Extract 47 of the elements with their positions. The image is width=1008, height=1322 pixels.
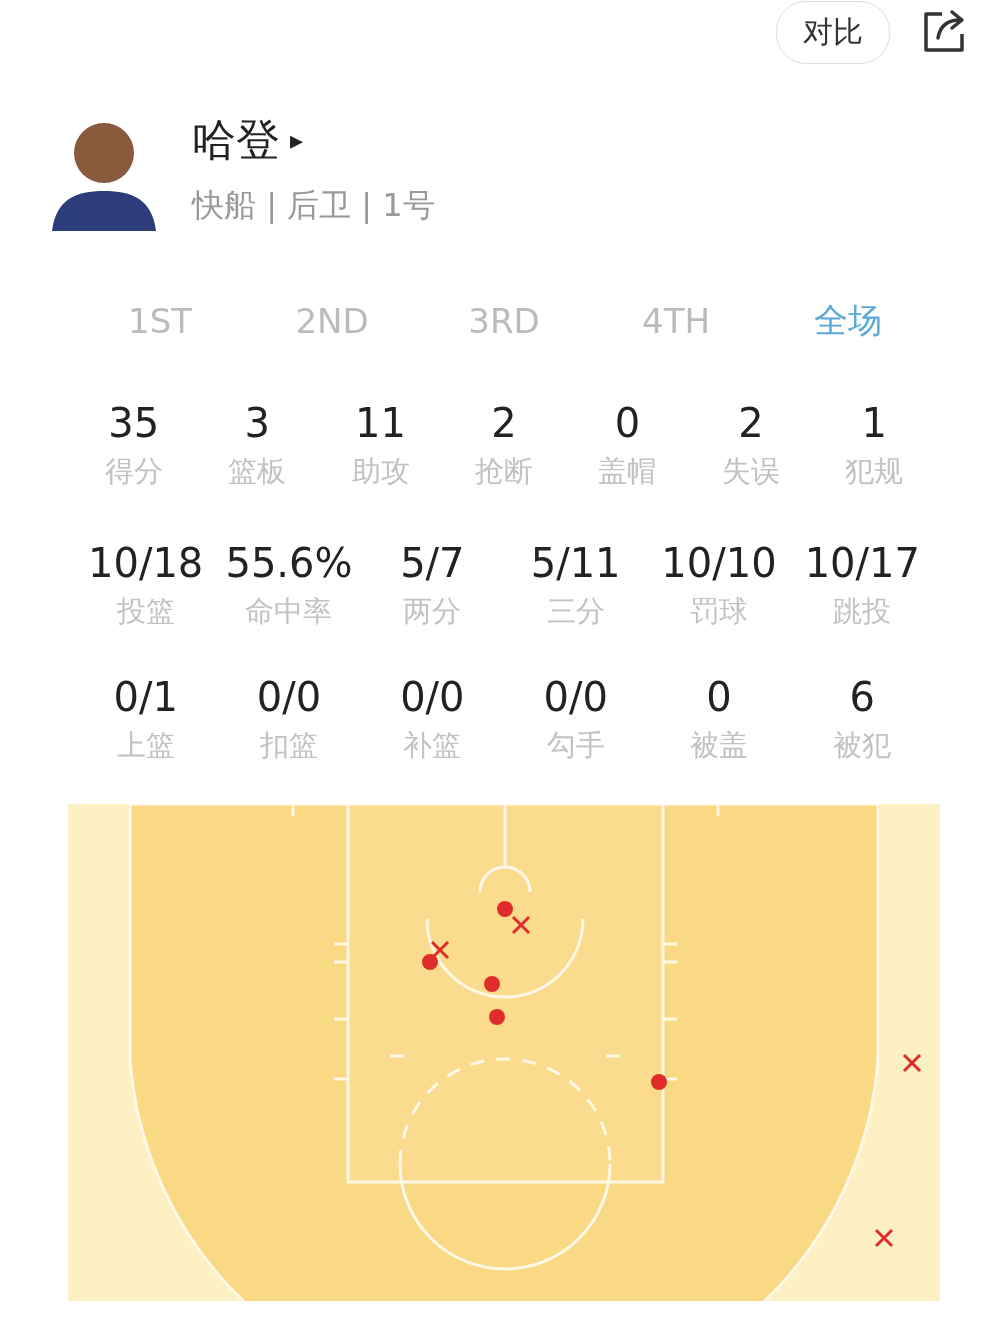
stat-label: 命中率 — [245, 593, 333, 630]
stat-value: 11 — [355, 400, 406, 446]
stat-value: 0/0 — [400, 674, 465, 720]
stat-label: 三分 — [546, 593, 605, 630]
stat-label: 两分 — [403, 593, 462, 630]
stat-value: 3 — [244, 400, 270, 446]
stat-label: 抢断 — [475, 453, 533, 490]
stat-label: 上篮 — [116, 727, 175, 764]
period-tab[interactable]: 全场 — [762, 298, 934, 344]
player-info: 快船 | 后卫 | 1号 — [192, 184, 435, 226]
stat-value: 1 — [861, 400, 887, 446]
stat-label: 扣篮 — [260, 727, 318, 764]
stat-value: 0 — [706, 674, 732, 720]
stat-value: 0/0 — [543, 674, 608, 720]
period-tab[interactable]: 4TH — [590, 298, 762, 344]
stat-value: 10/10 — [661, 540, 777, 586]
stat-label: 投篮 — [116, 593, 175, 630]
caret-icon[interactable]: ▸ — [290, 125, 304, 155]
period-tab[interactable]: 2ND — [246, 298, 418, 344]
stat-value: 10/17 — [804, 540, 920, 586]
stat-value: 5/7 — [400, 540, 465, 586]
stat-value: 35 — [108, 400, 160, 446]
stat-label: 罚球 — [690, 593, 748, 630]
stat-label: 补篮 — [403, 727, 462, 764]
stat-label: 被盖 — [690, 727, 748, 764]
compare-button[interactable]: 对比 — [776, 0, 890, 64]
stat-label: 篮板 — [228, 453, 287, 490]
stat-label: 盖帽 — [598, 453, 657, 490]
stat-label: 犯规 — [845, 453, 904, 490]
stat-value: 0 — [614, 400, 641, 446]
stat-label: 被犯 — [833, 727, 892, 764]
stat-label: 勾手 — [546, 727, 605, 764]
stat-value: 5/11 — [530, 540, 621, 586]
stat-value: 6 — [849, 674, 876, 720]
period-tab[interactable]: 3RD — [418, 298, 590, 344]
stat-label: 得分 — [104, 453, 163, 490]
stat-value: 2 — [491, 400, 517, 446]
stat-value: 10/18 — [88, 540, 204, 586]
player-name[interactable]: 哈登 — [192, 110, 280, 170]
stat-value: 0/1 — [113, 674, 178, 720]
stat-value: 0/0 — [256, 674, 322, 720]
stat-label: 失误 — [721, 453, 780, 490]
stat-value: 2 — [738, 400, 764, 446]
stat-label: 跳投 — [833, 593, 892, 630]
stat-value: 55.6% — [225, 540, 353, 586]
stat-label: 助攻 — [351, 453, 410, 490]
period-tab[interactable]: 1ST — [74, 298, 246, 344]
